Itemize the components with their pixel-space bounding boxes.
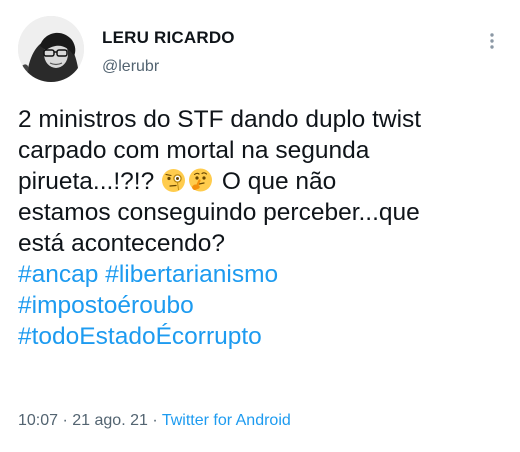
- tweet-date[interactable]: 21 ago. 21: [72, 412, 148, 429]
- tweet-line: 2 ministros do STF dando duplo twist: [18, 106, 422, 133]
- hashtag-link[interactable]: #ancap: [18, 261, 98, 288]
- tweet-fragment: pirueta...!?!?: [18, 168, 155, 195]
- thinking-face-icon: [188, 168, 213, 193]
- tweet-fragment: O que não: [221, 168, 337, 195]
- tweet-line: está acontecendo?: [18, 230, 226, 257]
- tweet-line: estamos conseguindo perceber...que: [18, 199, 420, 226]
- user-handle[interactable]: @lerubr: [102, 58, 159, 76]
- tweet-metadata: 10:07 · 21 ago. 21 · Twitter for Android: [18, 412, 291, 430]
- tweet-card[interactable]: LERU RICARDO @lerubr 2 ministros do STF …: [0, 0, 520, 452]
- hashtag-link[interactable]: #todoEstadoÉcorrupto: [18, 323, 262, 350]
- tweet-text: 2 ministros do STF dando duplo twist car…: [18, 104, 512, 352]
- tweet-source-link[interactable]: Twitter for Android: [162, 412, 291, 429]
- tweet-line: carpado com mortal na segunda: [18, 137, 370, 164]
- hashtag-line: #ancap #libertarianismo: [18, 259, 512, 290]
- tweet-time[interactable]: 10:07: [18, 412, 58, 429]
- display-name[interactable]: LERU RICARDO: [102, 28, 235, 48]
- hashtag-line: #impostoéroubo: [18, 290, 512, 321]
- face-with-monocle-icon: [161, 168, 186, 193]
- hashtag-link[interactable]: #libertarianismo: [105, 261, 278, 288]
- hashtag-line: #todoEstadoÉcorrupto: [18, 321, 512, 352]
- separator: ·: [58, 412, 73, 429]
- avatar[interactable]: [18, 16, 84, 82]
- hashtag-link[interactable]: #impostoéroubo: [18, 292, 194, 319]
- tweet-line: pirueta...!?!? O que não: [18, 166, 512, 197]
- separator: ·: [147, 412, 162, 429]
- more-options-icon[interactable]: [480, 26, 504, 54]
